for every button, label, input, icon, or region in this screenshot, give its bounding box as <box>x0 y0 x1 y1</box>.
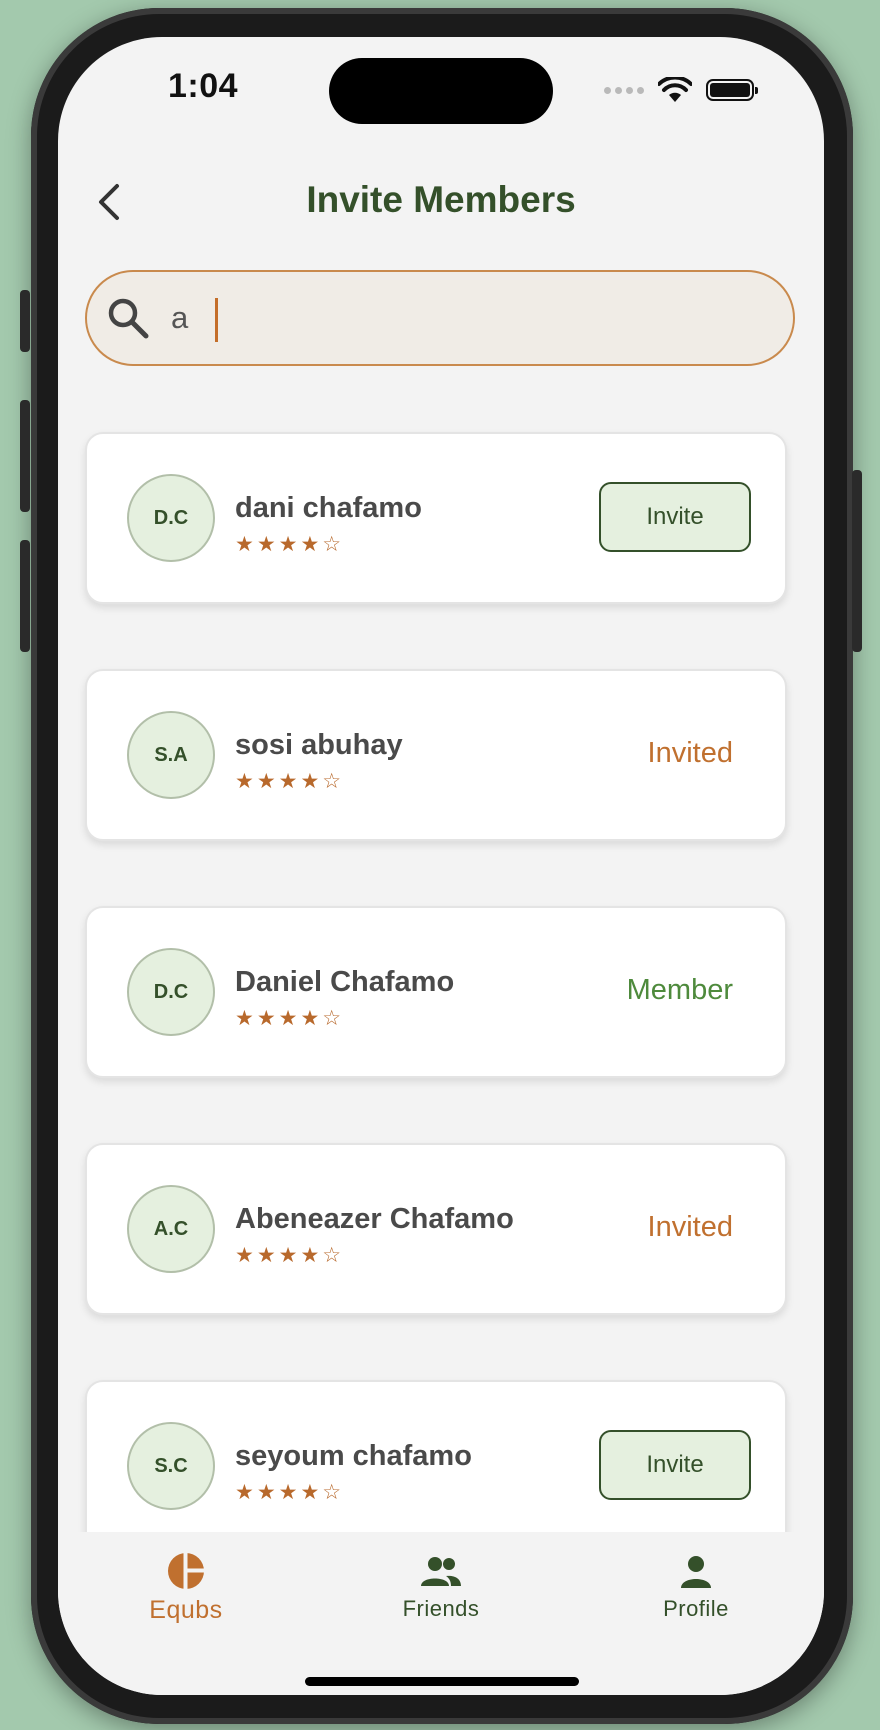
rating-stars: ★★★★☆ <box>235 1244 345 1267</box>
search-icon <box>105 295 151 341</box>
phone-volume-up-button <box>20 400 30 512</box>
pie-chart-icon <box>168 1553 204 1589</box>
phone-side-button <box>20 290 30 352</box>
page-title: Invite Members <box>306 179 576 220</box>
nav-item-profile[interactable]: Profile <box>606 1554 786 1622</box>
battery-icon <box>706 79 758 101</box>
rating-stars: ★★★★☆ <box>235 533 345 556</box>
avatar: A.C <box>127 1185 215 1273</box>
phone-volume-down-button <box>20 540 30 652</box>
home-indicator <box>305 1677 579 1686</box>
invited-status: Invited <box>647 1211 733 1243</box>
status-time: 1:04 <box>168 67 239 105</box>
header: Invite Members <box>58 167 824 237</box>
wifi-icon <box>658 77 692 102</box>
invite-button[interactable]: Invite <box>599 482 751 552</box>
cellular-signal-icon <box>604 86 644 94</box>
member-name: seyoum chafamo <box>235 1440 472 1472</box>
avatar: S.C <box>127 1422 215 1510</box>
bottom-nav: Equbs Friends Profile <box>58 1532 824 1695</box>
member-status: Member <box>626 974 733 1006</box>
invite-button[interactable]: Invite <box>599 1430 751 1500</box>
member-name: dani chafamo <box>235 492 422 524</box>
nav-item-friends[interactable]: Friends <box>351 1554 531 1622</box>
avatar: D.C <box>127 474 215 562</box>
member-name: Daniel Chafamo <box>235 966 455 998</box>
member-name: sosi abuhay <box>235 729 403 761</box>
nav-label: Equbs <box>149 1596 223 1624</box>
invited-status: Invited <box>647 737 733 769</box>
text-caret <box>215 298 218 342</box>
dynamic-island <box>329 58 553 124</box>
member-card: D.C Daniel Chafamo ★★★★☆ Member <box>85 906 787 1078</box>
phone-power-button <box>852 470 862 652</box>
nav-item-equbs[interactable]: Equbs <box>96 1552 276 1625</box>
rating-stars: ★★★★☆ <box>235 1481 345 1504</box>
status-icons <box>604 77 758 103</box>
rating-stars: ★★★★☆ <box>235 770 345 793</box>
nav-label: Profile <box>663 1596 729 1621</box>
nav-label: Friends <box>402 1596 480 1621</box>
member-card: D.C dani chafamo ★★★★☆ Invite <box>85 432 787 604</box>
avatar: S.A <box>127 711 215 799</box>
person-icon <box>681 1556 711 1588</box>
screen: 1:04 Invite Members D.C dani <box>58 37 824 1695</box>
avatar: D.C <box>127 948 215 1036</box>
member-name: Abeneazer Chafamo <box>235 1203 514 1235</box>
rating-stars: ★★★★☆ <box>235 1007 345 1030</box>
people-icon <box>421 1557 461 1586</box>
member-card: A.C Abeneazer Chafamo ★★★★☆ Invited <box>85 1143 787 1315</box>
member-card: S.A sosi abuhay ★★★★☆ Invited <box>85 669 787 841</box>
search-bar[interactable] <box>85 270 795 366</box>
member-card: S.C seyoum chafamo ★★★★☆ Invite <box>85 1380 787 1552</box>
search-input[interactable] <box>169 299 733 337</box>
